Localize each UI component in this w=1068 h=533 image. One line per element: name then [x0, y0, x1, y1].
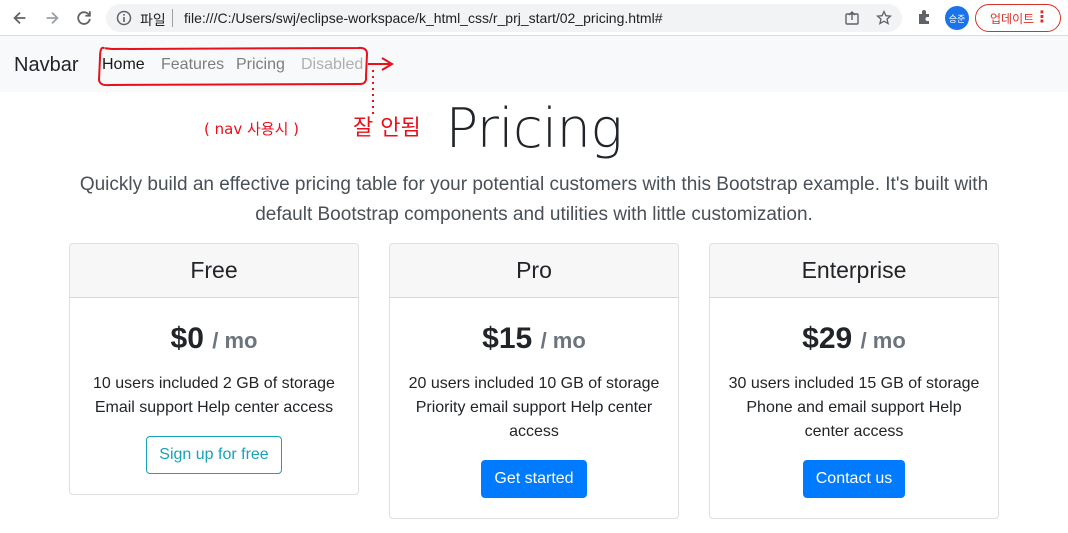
sign-up-button[interactable]: Sign up for free — [146, 436, 282, 474]
feature-item: Phone and email support Help center acce… — [746, 399, 962, 440]
price-period: / mo — [860, 328, 906, 353]
forward-arrow-icon — [46, 11, 59, 25]
reload-icon — [77, 11, 91, 25]
pricing-card-free: Free $0 / mo 10 users included 2 GB of s… — [69, 243, 359, 495]
feature-list: 20 users included 10 GB of storage Prior… — [406, 372, 662, 444]
plan-price: $0 / mo — [86, 318, 342, 360]
page-lead: Quickly build an effective pricing table… — [79, 174, 989, 225]
price-period: / mo — [212, 328, 258, 353]
bookmark-star-icon[interactable] — [876, 10, 892, 26]
feature-list: 10 users included 2 GB of storage Email … — [86, 372, 342, 420]
browser-toolbar: 파일 file:///C:/Users/swj/eclipse-workspac… — [0, 0, 1068, 36]
back-button[interactable] — [8, 6, 32, 30]
omnibox-divider — [172, 9, 173, 27]
nav-link-home[interactable]: Home — [102, 56, 145, 74]
plan-name: Pro — [390, 244, 678, 298]
annotation-note-right: 잘 안됨 — [353, 116, 421, 141]
reload-button[interactable] — [72, 6, 96, 30]
forward-button[interactable] — [40, 6, 64, 30]
more-menu-icon[interactable]: ⋮ — [1034, 8, 1050, 26]
plan-name: Enterprise — [710, 244, 998, 298]
update-label: 업데이트 — [990, 11, 1035, 26]
contact-us-button[interactable]: Contact us — [802, 460, 906, 498]
url-text[interactable]: file:///C:/Users/swj/eclipse-workspace/k… — [184, 10, 663, 26]
site-navbar: Navbar Home Features Pricing Disabled — [0, 36, 1068, 92]
share-icon[interactable] — [844, 10, 860, 26]
feature-item: Email support Help center access — [94, 399, 334, 416]
price-amount: $0 — [170, 322, 204, 355]
plan-name: Free — [70, 244, 358, 298]
feature-item: Priority email support Help center acces… — [415, 399, 653, 440]
price-amount: $15 — [482, 322, 533, 355]
navbar-brand[interactable]: Navbar — [14, 54, 78, 77]
feature-item: 20 users included 10 GB of storage — [408, 375, 660, 392]
annotation-note-left: ( nav 사용시 ) — [204, 120, 299, 138]
price-period: / mo — [540, 328, 586, 353]
update-button[interactable]: 업데이트 ⋮ — [975, 4, 1061, 32]
back-arrow-icon — [13, 11, 26, 25]
nav-link-disabled: Disabled — [301, 56, 364, 73]
extensions-puzzle-icon[interactable] — [916, 8, 934, 26]
nav-link-pricing[interactable]: Pricing — [236, 56, 285, 74]
page-title: Pricing — [445, 97, 623, 160]
feature-item: 30 users included 15 GB of storage — [728, 375, 980, 392]
nav-link-features[interactable]: Features — [161, 56, 224, 74]
profile-avatar[interactable]: 승준 — [945, 6, 969, 30]
scheme-label: 파일 — [140, 13, 166, 29]
get-started-button[interactable]: Get started — [481, 460, 587, 498]
plan-price: $15 / mo — [406, 318, 662, 360]
pricing-card-enterprise: Enterprise $29 / mo 30 users included 15… — [709, 243, 999, 519]
pricing-card-pro: Pro $15 / mo 20 users included 10 GB of … — [389, 243, 679, 519]
plan-price: $29 / mo — [726, 318, 982, 360]
address-bar[interactable]: 파일 file:///C:/Users/swj/eclipse-workspac… — [106, 4, 902, 32]
price-amount: $29 — [802, 322, 853, 355]
info-icon[interactable] — [116, 10, 132, 26]
feature-list: 30 users included 15 GB of storage Phone… — [726, 372, 982, 444]
feature-item: 10 users included 2 GB of storage — [93, 375, 335, 392]
